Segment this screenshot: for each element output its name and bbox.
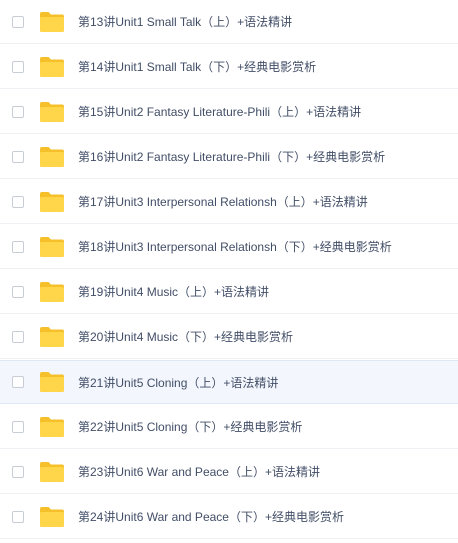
folder-icon [39,236,65,258]
file-name[interactable]: 第13讲Unit1 Small Talk（上）+语法精讲 [78,13,292,30]
row-checkbox[interactable] [12,240,24,253]
file-name[interactable]: 第20讲Unit4 Music（下）+经典电影赏析 [78,328,293,345]
file-row[interactable]: 第19讲Unit4 Music（上）+语法精讲 [0,270,458,314]
row-checkbox[interactable] [12,150,24,163]
row-checkbox[interactable] [12,60,24,73]
file-name[interactable]: 第21讲Unit5 Cloning（上）+语法精讲 [78,374,278,391]
file-row[interactable]: 第22讲Unit5 Cloning（下）+经典电影赏析 [0,405,458,449]
row-checkbox[interactable] [12,285,24,298]
file-name[interactable]: 第23讲Unit6 War and Peace（上）+语法精讲 [78,463,320,480]
file-name[interactable]: 第22讲Unit5 Cloning（下）+经典电影赏析 [78,418,302,435]
file-name[interactable]: 第16讲Unit2 Fantasy Literature-Phili（下）+经典… [78,148,385,165]
file-row[interactable]: 第17讲Unit3 Interpersonal Relationsh（上）+语法… [0,180,458,224]
file-row[interactable]: 第15讲Unit2 Fantasy Literature-Phili（上）+语法… [0,90,458,134]
file-row[interactable]: 第18讲Unit3 Interpersonal Relationsh（下）+经典… [0,225,458,269]
file-name[interactable]: 第18讲Unit3 Interpersonal Relationsh（下）+经典… [78,238,392,255]
file-row[interactable]: 第14讲Unit1 Small Talk（下）+经典电影赏析 [0,45,458,89]
file-name[interactable]: 第24讲Unit6 War and Peace（下）+经典电影赏析 [78,508,344,525]
folder-icon [39,11,65,33]
row-checkbox[interactable] [12,195,24,208]
file-name[interactable]: 第19讲Unit4 Music（上）+语法精讲 [78,283,269,300]
row-checkbox[interactable] [12,105,24,118]
row-checkbox[interactable] [12,15,24,28]
file-row[interactable]: 第23讲Unit6 War and Peace（上）+语法精讲 [0,450,458,494]
folder-icon [39,56,65,78]
file-name[interactable]: 第17讲Unit3 Interpersonal Relationsh（上）+语法… [78,193,368,210]
folder-icon [39,191,65,213]
folder-icon [39,101,65,123]
row-checkbox[interactable] [12,330,24,343]
row-checkbox[interactable] [12,376,24,388]
folder-icon [39,461,65,483]
row-checkbox[interactable] [12,420,24,433]
file-name[interactable]: 第15讲Unit2 Fantasy Literature-Phili（上）+语法… [78,103,361,120]
file-row[interactable]: 第21讲Unit5 Cloning（上）+语法精讲 [0,360,458,404]
file-list: 第13讲Unit1 Small Talk（上）+语法精讲第14讲Unit1 Sm… [0,0,458,543]
folder-icon [39,146,65,168]
row-checkbox[interactable] [12,465,24,478]
folder-icon [39,281,65,303]
folder-icon [39,371,65,393]
folder-icon [39,416,65,438]
folder-icon [39,326,65,348]
file-row[interactable]: 第13讲Unit1 Small Talk（上）+语法精讲 [0,0,458,44]
row-checkbox[interactable] [12,510,24,523]
file-row[interactable]: 第24讲Unit6 War and Peace（下）+经典电影赏析 [0,495,458,539]
folder-icon [39,506,65,528]
file-row[interactable]: 第20讲Unit4 Music（下）+经典电影赏析 [0,315,458,359]
file-row[interactable]: 第16讲Unit2 Fantasy Literature-Phili（下）+经典… [0,135,458,179]
file-name[interactable]: 第14讲Unit1 Small Talk（下）+经典电影赏析 [78,58,316,75]
